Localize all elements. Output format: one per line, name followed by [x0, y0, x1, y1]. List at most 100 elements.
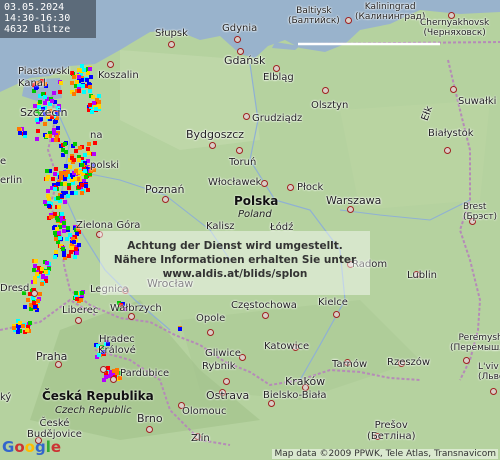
lightning-strike-mark [45, 261, 49, 265]
lightning-strike-mark [77, 89, 81, 93]
city-dot-koszalin[interactable] [107, 61, 114, 68]
city-dot-grudziadz[interactable] [243, 113, 250, 120]
lightning-strike-mark [72, 158, 76, 162]
lightning-strike-mark [70, 81, 74, 85]
city-dot-hradec[interactable] [100, 366, 107, 373]
lightning-strike-mark [54, 138, 58, 142]
label-torun: Toruń [229, 157, 257, 168]
city-dot-lviv[interactable] [490, 388, 497, 395]
city-dot-plock[interactable] [287, 184, 294, 191]
city-dot-suwalki[interactable] [450, 86, 457, 93]
city-dot-opole[interactable] [207, 329, 214, 336]
lightning-strike-mark [44, 270, 48, 274]
label-brest: Brest (Брэст) [463, 202, 498, 222]
label-zlin: Zlín [191, 433, 210, 444]
google-logo[interactable]: Google [2, 438, 61, 456]
label-piastowski: Piastowski [18, 66, 70, 77]
label-bydgoszcz: Bydgoszcz [186, 128, 245, 141]
city-dot-bielsko[interactable] [268, 400, 275, 407]
label-opole: Opole [196, 313, 226, 324]
lightning-strike-mark [28, 321, 32, 325]
lightning-strike-mark [87, 142, 91, 146]
lightning-map[interactable]: Baltiysk (Балтийск) Kaliningrad (Калинингр… [0, 0, 500, 460]
lightning-strike-mark [53, 172, 57, 176]
city-dot-wloclawek[interactable] [261, 180, 268, 187]
label-warszawa: Warszawa [326, 194, 382, 207]
lightning-strike-mark [53, 120, 57, 124]
lightning-strike-mark [50, 99, 54, 103]
city-dot-peremyshl[interactable] [463, 357, 470, 364]
lightning-strike-mark [75, 251, 79, 255]
lightning-strike-mark [63, 182, 67, 186]
lightning-strike-mark [64, 150, 68, 154]
city-dot-olsztyn[interactable] [322, 87, 329, 94]
city-dot-bialystok[interactable] [444, 147, 451, 154]
lightning-strike-mark [74, 291, 78, 295]
city-dot-torun[interactable] [236, 147, 243, 154]
label-rzeszow: Rzeszów [387, 357, 431, 368]
lightning-strike-mark [83, 169, 87, 173]
label-slupsk: Słupsk [155, 28, 188, 39]
lightning-strike-mark [60, 194, 64, 198]
lightning-strike-mark [62, 221, 66, 225]
lightning-strike-mark [64, 173, 68, 177]
city-dot-liberec[interactable] [75, 317, 82, 324]
country-czech-sub: Czech Republic [55, 405, 132, 416]
lightning-strike-mark [88, 85, 92, 89]
label-olomouc: Olomouc [182, 406, 227, 417]
lightning-strike-mark [73, 142, 77, 146]
city-dot-walbrzych[interactable] [128, 313, 135, 320]
lightning-strike-mark [45, 134, 49, 138]
lightning-strike-mark [60, 212, 64, 216]
lightning-strike-mark [56, 182, 60, 186]
label-koszalin: Koszalin [98, 70, 139, 81]
city-dot-gdynia[interactable] [234, 36, 241, 43]
notice-line-2: Nähere Informationen erhalten Sie unter [113, 254, 357, 266]
lightning-strike-mark [35, 137, 39, 141]
lightning-strike-mark [46, 175, 50, 179]
label-gdansk: Gdańsk [224, 54, 266, 67]
lightning-strike-mark [92, 101, 96, 105]
city-dot-warszawa[interactable] [347, 206, 354, 213]
lightning-strike-mark [57, 231, 61, 235]
lightning-strike-mark [33, 280, 37, 284]
city-dot-bydgoszcz[interactable] [209, 142, 216, 149]
city-dot-kielce[interactable] [333, 311, 340, 318]
city-dot-rybnik[interactable] [223, 378, 230, 385]
country-poland: Polska [234, 194, 279, 208]
city-dot-kaliningrad[interactable] [345, 17, 352, 24]
lightning-strike-mark [74, 169, 78, 173]
lightning-strike-mark [74, 247, 78, 251]
city-dot-slupsk[interactable] [168, 41, 175, 48]
city-dot-brno[interactable] [146, 426, 153, 433]
notice-line-3[interactable]: www.aldis.at/blids/splon [100, 267, 370, 281]
city-dot-pardubice[interactable] [110, 376, 117, 383]
label-fragment-ky: ký [0, 392, 12, 403]
city-dot-poznan[interactable] [162, 196, 169, 203]
lightning-strike-mark [82, 68, 86, 72]
lightning-strike-mark [80, 183, 84, 187]
lightning-strike-mark [43, 95, 47, 99]
label-berlin: erlin [0, 175, 23, 186]
city-dot-czestochowa[interactable] [262, 312, 269, 319]
lightning-strike-mark [54, 237, 58, 241]
label-krakow: Kraków [285, 375, 326, 388]
label-gliwice: Gliwice [205, 348, 241, 359]
city-dot-elblag[interactable] [273, 65, 280, 72]
lightning-strike-mark [59, 171, 63, 175]
lightning-strike-mark [88, 89, 92, 93]
service-notice: Achtung der Dienst wird umgestellt. Nähe… [100, 231, 370, 295]
lightning-strike-mark [59, 176, 63, 180]
lightning-strike-mark [58, 90, 62, 94]
lightning-strike-mark [94, 107, 98, 111]
label-poznan: Poznań [145, 183, 185, 196]
label-bielsko: Bielsko-Biała [263, 390, 327, 401]
lightning-strike-mark [102, 378, 106, 382]
lightning-strike-mark [112, 369, 116, 373]
label-liberec: Liberec [62, 305, 99, 316]
lightning-strike-mark [93, 141, 97, 145]
lightning-strike-mark [75, 80, 79, 84]
lightning-strike-mark [97, 100, 101, 104]
lightning-strike-mark [92, 152, 96, 156]
city-dot-dresden[interactable] [31, 290, 38, 297]
